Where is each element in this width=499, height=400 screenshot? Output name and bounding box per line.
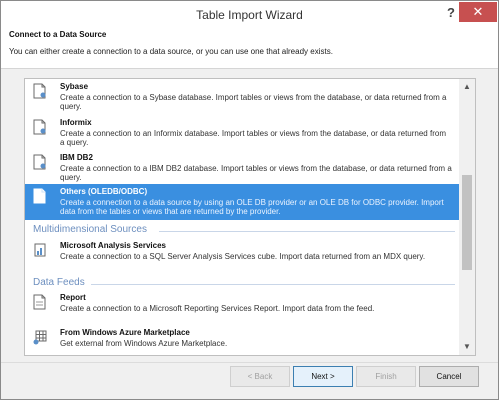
list-item-name: IBM DB2 bbox=[60, 153, 93, 162]
vertical-scrollbar[interactable]: ▲ ▼ bbox=[459, 79, 475, 355]
marketplace-grid-icon bbox=[33, 329, 47, 345]
database-connection-icon bbox=[33, 154, 47, 170]
help-button[interactable]: ? bbox=[441, 4, 461, 22]
list-item-sybase[interactable]: Sybase Create a connection to a Sybase d… bbox=[25, 79, 459, 115]
finish-button[interactable]: Finish bbox=[356, 366, 416, 387]
list-item-name: Microsoft Analysis Services bbox=[60, 241, 166, 250]
page-title: Connect to a Data Source bbox=[9, 30, 107, 39]
list-item-description: Create a connection to a Sybase database… bbox=[60, 93, 447, 111]
list-item-name: Informix bbox=[60, 118, 92, 127]
page-description: You can either create a connection to a … bbox=[9, 47, 333, 56]
database-connection-icon bbox=[33, 83, 47, 99]
list-item-description: Create a connection to an Informix datab… bbox=[60, 129, 446, 147]
list-item-name: From Windows Azure Marketplace bbox=[60, 328, 190, 337]
group-header-data-feeds: Data Feeds bbox=[33, 277, 85, 288]
list-item-others-oledb-odbc[interactable]: Others (OLEDB/ODBC) Create a connection … bbox=[25, 184, 459, 220]
report-icon bbox=[33, 294, 47, 310]
list-item-description: Create a connection to a SQL Server Anal… bbox=[60, 252, 426, 261]
group-header-multidimensional: Multidimensional Sources bbox=[33, 224, 147, 235]
list-item-analysis-services[interactable]: Microsoft Analysis Services Create a con… bbox=[25, 238, 459, 268]
list-item-name: Sybase bbox=[60, 82, 89, 91]
group-divider bbox=[91, 284, 455, 285]
footer-divider bbox=[1, 362, 498, 363]
scrollbar-thumb[interactable] bbox=[462, 175, 472, 270]
list-item-name: Others (OLEDB/ODBC) bbox=[60, 187, 148, 196]
list-item-ibm-db2[interactable]: IBM DB2 Create a connection to a IBM DB2… bbox=[25, 150, 459, 182]
list-item-description: Create a connection to a Microsoft Repor… bbox=[60, 304, 375, 313]
list-item-name: Report bbox=[60, 293, 86, 302]
scroll-down-icon[interactable]: ▼ bbox=[459, 340, 475, 354]
list-item-report[interactable]: Report Create a connection to a Microsof… bbox=[25, 290, 459, 324]
scroll-up-icon[interactable]: ▲ bbox=[459, 80, 475, 94]
list-item-description: Create a connection to a data source by … bbox=[60, 198, 444, 216]
window-title: Table Import Wizard bbox=[196, 8, 303, 22]
next-button[interactable]: Next > bbox=[293, 366, 353, 387]
analysis-services-icon bbox=[33, 242, 47, 258]
cancel-button[interactable]: Cancel bbox=[419, 366, 479, 387]
list-item-informix[interactable]: Informix Create a connection to an Infor… bbox=[25, 115, 459, 150]
wizard-header: Connect to a Data Source You can either … bbox=[1, 26, 498, 69]
table-import-wizard-window: Table Import Wizard ? ✕ Connect to a Dat… bbox=[0, 0, 499, 400]
database-connection-icon bbox=[33, 188, 47, 204]
close-button[interactable]: ✕ bbox=[459, 2, 497, 22]
back-button[interactable]: < Back bbox=[230, 366, 290, 387]
title-bar: Table Import Wizard ? ✕ bbox=[1, 1, 498, 26]
list-item-azure-marketplace[interactable]: From Windows Azure Marketplace Get exter… bbox=[25, 325, 459, 355]
list-item-description: Create a connection to a IBM DB2 databas… bbox=[60, 164, 452, 182]
database-connection-icon bbox=[33, 119, 47, 135]
group-divider bbox=[159, 231, 455, 232]
list-item-description: Get external from Windows Azure Marketpl… bbox=[60, 339, 228, 348]
data-source-list[interactable]: Sybase Create a connection to a Sybase d… bbox=[24, 78, 476, 356]
